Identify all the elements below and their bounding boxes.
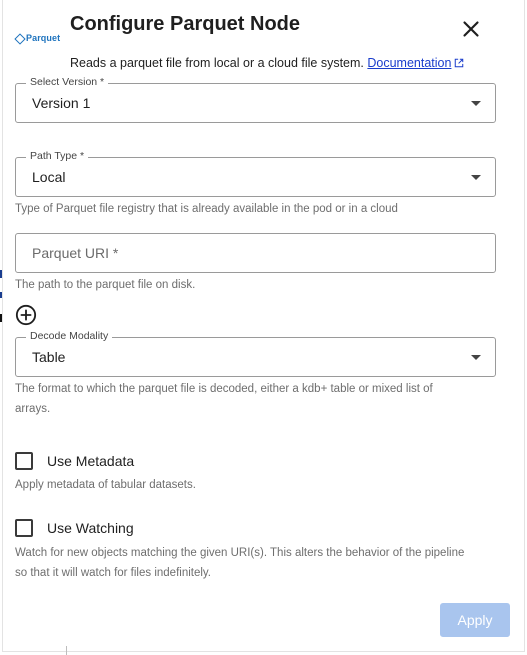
decode-modality-select[interactable]: Decode Modality Table bbox=[15, 330, 496, 377]
configure-node-panel: Parquet Configure Parquet Node Reads a p… bbox=[2, 0, 525, 652]
parquet-uri-helper: The path to the parquet file on disk. bbox=[15, 279, 196, 291]
parquet-logo-icon bbox=[15, 34, 24, 43]
path-type-select-value: Local bbox=[32, 169, 66, 185]
use-watching-checkbox[interactable]: Use Watching bbox=[15, 519, 134, 537]
use-metadata-label: Use Metadata bbox=[47, 453, 135, 469]
close-button[interactable] bbox=[458, 16, 484, 42]
add-circle-icon[interactable] bbox=[15, 304, 37, 326]
bottom-divider bbox=[66, 646, 67, 655]
page-title: Configure Parquet Node bbox=[70, 13, 301, 35]
path-type-select[interactable]: Path Type * Local bbox=[15, 150, 496, 197]
parquet-uri-placeholder: Parquet URI * bbox=[32, 245, 119, 261]
version-select[interactable]: Select Version * Version 1 bbox=[15, 76, 496, 123]
parquet-uri-input[interactable]: Parquet URI * bbox=[15, 233, 496, 273]
decode-modality-helper: The format to which the parquet file is … bbox=[15, 383, 433, 415]
chevron-down-icon bbox=[471, 101, 481, 106]
decode-modality-select-value: Table bbox=[32, 349, 66, 365]
documentation-link[interactable]: Documentation bbox=[367, 56, 464, 70]
path-type-select-label: Path Type * bbox=[26, 150, 89, 162]
panel-header: Parquet Configure Parquet Node Reads a p… bbox=[3, 0, 524, 80]
documentation-link-label: Documentation bbox=[367, 56, 452, 70]
parquet-logo: Parquet bbox=[15, 33, 60, 43]
use-metadata-helper: Apply metadata of tabular datasets. bbox=[15, 479, 196, 491]
node-description: Reads a parquet file from local or a clo… bbox=[70, 56, 464, 70]
use-watching-helper: Watch for new objects matching the given… bbox=[15, 547, 465, 579]
parquet-logo-text: Parquet bbox=[26, 33, 61, 43]
version-select-value: Version 1 bbox=[32, 95, 91, 111]
version-select-label: Select Version * bbox=[26, 76, 109, 88]
use-watching-checkbox-box[interactable] bbox=[15, 519, 33, 537]
chevron-down-icon bbox=[471, 175, 481, 180]
apply-button[interactable]: Apply bbox=[440, 603, 510, 637]
external-link-icon bbox=[455, 58, 464, 68]
use-metadata-checkbox-box[interactable] bbox=[15, 452, 33, 470]
close-icon bbox=[463, 21, 479, 37]
chevron-down-icon bbox=[471, 355, 481, 360]
decode-modality-select-label: Decode Modality bbox=[26, 330, 113, 342]
node-description-text: Reads a parquet file from local or a clo… bbox=[70, 56, 364, 70]
path-type-helper: Type of Parquet file registry that is al… bbox=[15, 203, 398, 215]
use-metadata-checkbox[interactable]: Use Metadata bbox=[15, 452, 134, 470]
use-watching-label: Use Watching bbox=[47, 520, 134, 536]
